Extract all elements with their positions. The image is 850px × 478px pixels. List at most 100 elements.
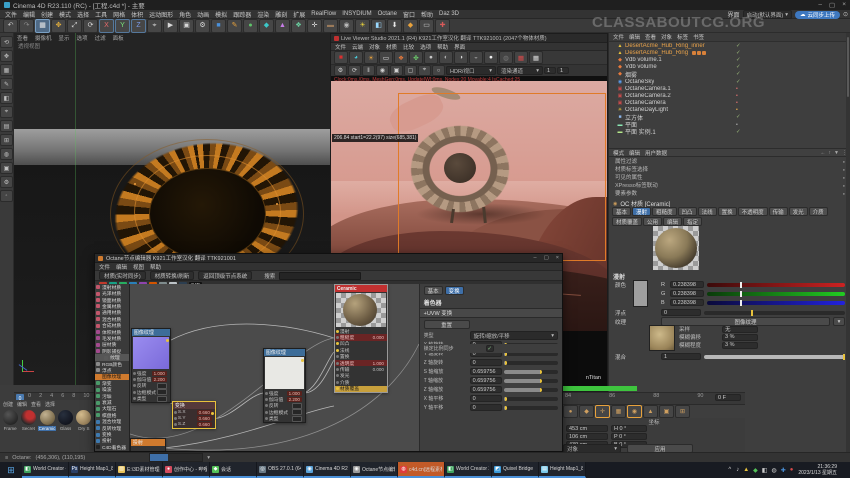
- object-row[interactable]: ▣ OctaneCamera.1 ▪: [609, 85, 850, 92]
- toolbar-icon[interactable]: ▶: [163, 19, 178, 33]
- maximize-button[interactable]: ▢: [544, 255, 549, 261]
- object-name[interactable]: OctaneSky: [625, 79, 654, 85]
- viewport-menu-item[interactable]: 查看: [17, 34, 28, 42]
- side-tool-icon[interactable]: ◦: [0, 190, 13, 202]
- transform-prop-field[interactable]: 0: [470, 404, 502, 411]
- transform-prop-field[interactable]: 0.659756: [470, 386, 502, 393]
- toolbar-icon[interactable]: Y: [115, 19, 130, 33]
- lv-tool-icon[interactable]: ▣: [390, 65, 403, 76]
- toolbar-icon[interactable]: ▣: [179, 19, 194, 33]
- material-tab[interactable]: 漫射: [632, 207, 651, 216]
- current-frame-field[interactable]: 0 F: [715, 394, 741, 401]
- am-header-icon[interactable]: ←: [821, 150, 826, 156]
- toolbar-icon[interactable]: ▲: [275, 19, 290, 33]
- props-tab[interactable]: 基本: [424, 286, 443, 295]
- om-menu-item[interactable]: 对象: [661, 33, 672, 41]
- image-texture-node-1[interactable]: 图像纹理 强度 1.000 伽马值 2.200 反转: [131, 328, 171, 403]
- material-tab[interactable]: 介质: [809, 207, 828, 216]
- transform-prop-field[interactable]: 0.659756: [470, 377, 502, 384]
- lock-checkbox[interactable]: ✓: [486, 345, 494, 352]
- object-row[interactable]: ■ 立方体 ✓: [609, 114, 850, 121]
- node-row[interactable]: S.Z 0.660: [173, 422, 215, 428]
- toolbar-icon[interactable]: ❖: [291, 19, 306, 33]
- node-editor-titlebar[interactable]: Octane节点编辑器 K921工作室汉化 翻译 TTK921001 – ▢ ×: [95, 254, 562, 263]
- am-header-item[interactable]: 用户数据: [645, 149, 667, 157]
- lv-tool-icon[interactable]: ▢: [404, 65, 417, 76]
- object-row[interactable]: ☀ OctaneDayLight ▪: [609, 107, 850, 114]
- lv-display-select[interactable]: HDR/视口 ▾: [446, 66, 496, 75]
- texture-thumbnail[interactable]: [649, 325, 675, 351]
- toolbar-icon[interactable]: ▭: [419, 19, 434, 33]
- am-quick-row[interactable]: XPresso标签联动●: [609, 181, 850, 189]
- lv-menu-item[interactable]: 对象: [369, 43, 380, 51]
- lv-render-icon[interactable]: ▦: [529, 51, 543, 64]
- taskbar-item[interactable]: ◧ World Creator 20...: [445, 462, 492, 478]
- lv-menu-item[interactable]: 文件: [335, 43, 346, 51]
- object-tags[interactable]: [692, 51, 706, 55]
- taskbar-item[interactable]: ◩ Quixel Bridge: [492, 462, 539, 478]
- am-header-item[interactable]: 编辑: [629, 149, 640, 157]
- texture-prop-field[interactable]: 无: [722, 326, 758, 333]
- object-row[interactable]: ◉ OctaneSky ✓: [609, 78, 850, 85]
- object-visibility-mark[interactable]: ✓: [736, 129, 741, 135]
- side-tool-icon[interactable]: ⌖: [0, 106, 13, 118]
- keyframe-icon[interactable]: ◆: [579, 405, 594, 418]
- lv-menu-item[interactable]: 比较: [403, 43, 414, 51]
- chevron-down-icon[interactable]: ▾: [207, 455, 210, 461]
- layout-select[interactable]: 启动(默认界面) ▾: [743, 10, 792, 19]
- am-header-icon[interactable]: ↑: [829, 150, 832, 156]
- toolbar-icon[interactable]: ⟳: [83, 19, 98, 33]
- toolbar-icon[interactable]: ■: [211, 19, 226, 33]
- viewport-menu-item[interactable]: 显示: [59, 34, 70, 42]
- maximize-button[interactable]: ▢: [829, 1, 835, 9]
- toolbar-icon[interactable]: ●: [243, 19, 258, 33]
- tray-icon[interactable]: ◆: [753, 467, 758, 474]
- object-name[interactable]: OctaneCamera.2: [625, 93, 671, 99]
- ne-menu-item[interactable]: 帮助: [150, 263, 161, 271]
- toolbar-icon[interactable]: ▦: [35, 19, 50, 33]
- om-menu-item[interactable]: 标签: [677, 33, 688, 41]
- rotation-field[interactable]: P 0 °: [611, 433, 647, 440]
- object-visibility-mark[interactable]: ▪: [736, 93, 738, 99]
- clock[interactable]: 21:36:29 2023/1/13 星期五: [798, 464, 837, 477]
- transform-prop-slider[interactable]: [504, 406, 558, 410]
- toolbar-icon[interactable]: Z: [131, 19, 146, 33]
- om-menu-item[interactable]: 书签: [693, 33, 704, 41]
- float-field[interactable]: 0: [661, 309, 701, 316]
- taskbar-item[interactable]: ◍ c4d.cn|远程素材库...: [398, 462, 445, 478]
- object-visibility-mark[interactable]: ✓: [736, 71, 741, 77]
- keyframe-icon[interactable]: ◉: [627, 405, 642, 418]
- om-menu-item[interactable]: 编辑: [629, 33, 640, 41]
- toolbar-icon[interactable]: ✥: [51, 19, 66, 33]
- side-tool-icon[interactable]: ▦: [0, 64, 13, 76]
- side-tool-icon[interactable]: ◧: [0, 92, 13, 104]
- object-row[interactable]: ◆ 烟雾 ✓: [609, 71, 850, 78]
- node-type-item[interactable]: C4D着色器: [95, 444, 129, 450]
- material-tab[interactable]: 指定: [683, 217, 702, 226]
- side-tool-icon[interactable]: ▤: [0, 120, 13, 132]
- om-menu-item[interactable]: 文件: [613, 33, 624, 41]
- material-tab[interactable]: 发光: [789, 207, 808, 216]
- menu-item[interactable]: RealFlow: [311, 11, 336, 17]
- lv-render-icon[interactable]: ❖: [394, 51, 408, 64]
- ceramic-material-node[interactable]: Ceramic 漫射 粗糙度 0.000: [334, 284, 388, 393]
- tray-icon[interactable]: ▲: [743, 467, 749, 473]
- object-row[interactable]: ◆ Vdb volume.1 ✓: [609, 56, 850, 63]
- am-quick-row[interactable]: 材质标签选择●: [609, 165, 850, 173]
- om-menu-item[interactable]: 查看: [645, 33, 656, 41]
- mm-menu-item[interactable]: 编辑: [17, 401, 27, 408]
- object-name[interactable]: OctaneCamera: [625, 100, 666, 106]
- material-item[interactable]: Secret: [20, 410, 36, 431]
- taskbar-item[interactable]: ◉ Cinema 4D R23.1...: [304, 462, 351, 478]
- lv-tool-icon[interactable]: ‖: [362, 65, 375, 76]
- keyframe-icon[interactable]: ▦: [611, 405, 626, 418]
- uvw-group-bar[interactable]: +UVW 变换: [420, 308, 562, 318]
- transform-prop-slider[interactable]: [504, 361, 558, 365]
- ne-toolbar-button[interactable]: 材质(实时同步): [99, 271, 146, 280]
- lv-render-icon[interactable]: ◒: [469, 51, 483, 64]
- object-visibility-mark[interactable]: ✓: [736, 50, 741, 56]
- side-tool-icon[interactable]: ⚙: [0, 176, 13, 188]
- taskbar-item[interactable]: ◆ 会话: [210, 462, 257, 478]
- color-swatch[interactable]: [633, 280, 648, 307]
- toolbar-icon[interactable]: ◆: [403, 19, 418, 33]
